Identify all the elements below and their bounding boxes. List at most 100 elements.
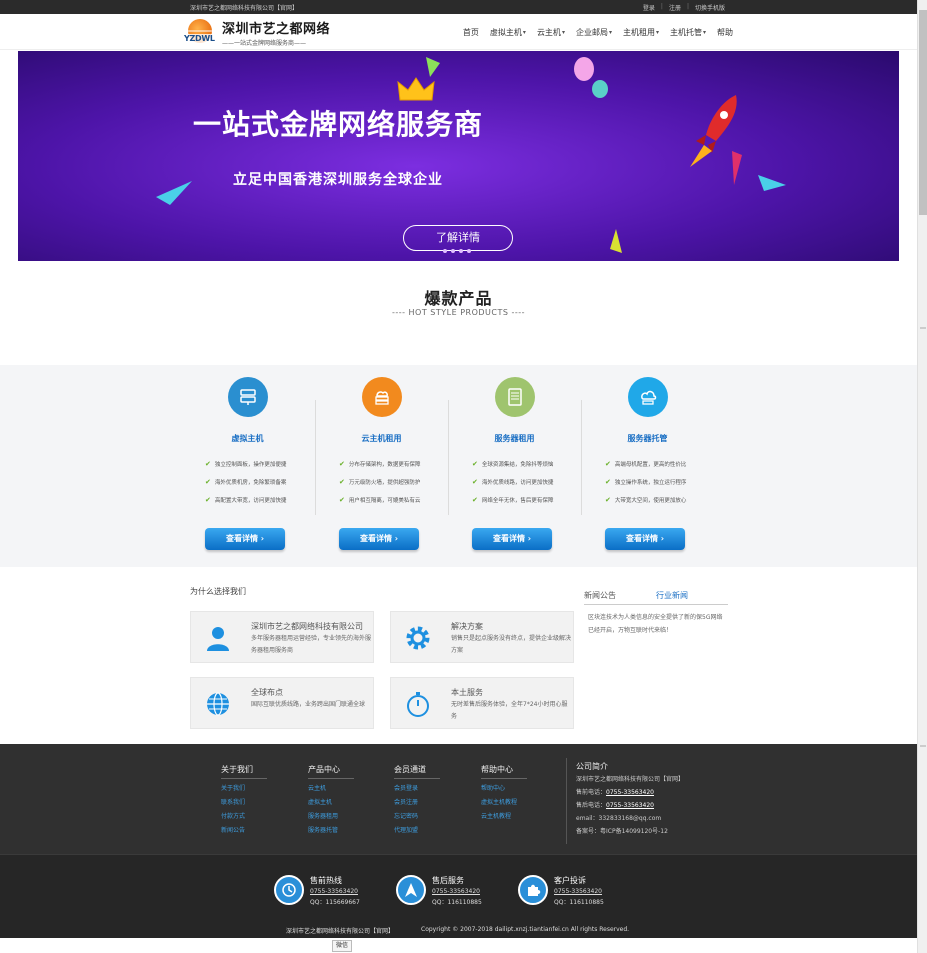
cloud-server-icon bbox=[627, 377, 668, 417]
card-desc: 无时差售后服务体验，全年7*24小时用心服务 bbox=[451, 701, 568, 720]
footer-link[interactable]: 虚拟主机教程 bbox=[481, 796, 527, 810]
product-card-cloud-host: 云主机租用 ✔ 分布存储架构，数据更有保障 ✔ 万元级防火墙，提供超强防护 ✔ 用户相… bbox=[315, 375, 448, 555]
footer-column-about: 关于我们 关于我们 联系我们 付款方式 新闻公告 bbox=[221, 764, 267, 838]
product-features: ✔ 独立控制面板，操作更加便捷 ✔ 海外优质机房，免除繁琐备案 ✔ 高配置大带宽，访问… bbox=[181, 455, 314, 509]
scrollbar-thumb[interactable] bbox=[919, 10, 927, 215]
mobile-switch-link[interactable]: 切换手机版 bbox=[695, 3, 725, 12]
logo-mark: YZDWL bbox=[184, 18, 216, 47]
feature-text: 高端母机配置，更高的性价比 bbox=[614, 462, 687, 468]
nav-virtual-host[interactable]: 虚拟主机 ▾ bbox=[490, 27, 526, 38]
footer-link[interactable]: 服务器托管 bbox=[308, 824, 354, 838]
footer-link[interactable]: 代理加盟 bbox=[394, 824, 440, 838]
nav-label: 主机托管 bbox=[669, 27, 702, 37]
footer-link[interactable]: 关于我们 bbox=[221, 782, 267, 796]
copyright-company: 深圳市艺之都网络科技有限公司【官网】 bbox=[286, 928, 395, 935]
carousel-dot[interactable] bbox=[459, 249, 463, 253]
contact-phone[interactable]: 0755-33563420 bbox=[310, 886, 360, 897]
news-content: 区块连技术为人类信息的安全提供了新的保5G网络已经开启，万物互联时代来临！ bbox=[588, 614, 723, 634]
products-section: 虚拟主机 ✔ 独立控制面板，操作更加便捷 ✔ 海外优质机房，免除繁琐备案 ✔ 高配置大… bbox=[0, 365, 917, 567]
view-details-button[interactable]: 查看详情 › bbox=[339, 528, 419, 550]
nav-server-rental[interactable]: 主机租用 ▾ bbox=[623, 27, 659, 38]
footer-links: 云主机 虚拟主机 服务器租用 服务器托管 bbox=[308, 782, 354, 838]
footer-link[interactable]: 会员注册 bbox=[394, 796, 440, 810]
learn-more-button[interactable]: 了解详情 bbox=[403, 225, 513, 251]
carousel-dot[interactable] bbox=[467, 249, 471, 253]
icp-number: 备案号：粤ICP备14099120号-12 bbox=[576, 828, 668, 835]
nav-label: 企业邮局 bbox=[575, 27, 608, 37]
check-icon: ✔ bbox=[605, 496, 611, 504]
presale-phone-link[interactable]: 0755-33563420 bbox=[606, 789, 654, 796]
tab-news-announcements[interactable]: 新闻公告 bbox=[584, 590, 656, 601]
register-link[interactable]: 注册 bbox=[669, 3, 681, 12]
card-title: 解决方案 bbox=[451, 622, 483, 631]
footer-link[interactable]: 服务器租用 bbox=[308, 810, 354, 824]
tab-industry-news[interactable]: 行业新闻 bbox=[656, 590, 728, 601]
nav-server-hosting[interactable]: 主机托管 ▾ bbox=[670, 27, 706, 38]
contact-title: 客户投诉 bbox=[554, 876, 586, 885]
why-card-solutions[interactable]: 解决方案 销售只是起点服务没有终点，提供企业级解决方案 bbox=[390, 611, 574, 663]
check-icon: ✔ bbox=[472, 478, 478, 486]
nav-label: 首页 bbox=[462, 27, 479, 37]
contact-phone[interactable]: 0755-33563420 bbox=[432, 886, 482, 897]
contact-aftersale: 售后服务 0755-33563420 QQ：116110885 bbox=[396, 875, 482, 908]
carousel-dot[interactable] bbox=[443, 249, 447, 253]
footer-link[interactable]: 帮助中心 bbox=[481, 782, 527, 796]
view-details-button[interactable]: 查看详情 › bbox=[472, 528, 552, 550]
footer-link[interactable]: 忘记密码 bbox=[394, 810, 440, 824]
footer-links: 帮助中心 虚拟主机教程 云主机教程 bbox=[481, 782, 527, 824]
nav-help[interactable]: 帮助 bbox=[717, 27, 733, 38]
cloud-stack-icon bbox=[361, 377, 402, 417]
footer-links: 关于我们 联系我们 付款方式 新闻公告 bbox=[221, 782, 267, 838]
login-link[interactable]: 登录 bbox=[643, 3, 655, 12]
footer-link[interactable]: 新闻公告 bbox=[221, 824, 267, 838]
copyright-bar: 深圳市艺之都网络科技有限公司【官网】 Copyright © 2007-2018… bbox=[0, 924, 917, 938]
footer-column-products: 产品中心 云主机 虚拟主机 服务器租用 服务器托管 bbox=[308, 764, 354, 838]
product-card-server-hosting: 服务器托管 ✔ 高端母机配置，更高的性价比 ✔ 独立操作系统，独立运行程序 ✔ 大带宽… bbox=[581, 375, 714, 555]
check-icon: ✔ bbox=[605, 478, 611, 486]
footer-link[interactable]: 联系我们 bbox=[221, 796, 267, 810]
footer-column-title: 产品中心 bbox=[308, 764, 354, 779]
check-icon: ✔ bbox=[472, 496, 478, 504]
footer-link[interactable]: 云主机教程 bbox=[481, 810, 527, 824]
hot-products-subtitle: ---- HOT STYLE PRODUCTS ---- bbox=[391, 308, 526, 317]
product-features: ✔ 高端母机配置，更高的性价比 ✔ 独立操作系统，独立运行程序 ✔ 大带宽大空间，使用… bbox=[581, 455, 714, 509]
footer-link[interactable]: 会员登录 bbox=[394, 782, 440, 796]
label: 售后电话： bbox=[576, 802, 607, 809]
product-name: 虚拟主机 bbox=[231, 434, 264, 443]
footer-link[interactable]: 虚拟主机 bbox=[308, 796, 354, 810]
check-icon: ✔ bbox=[605, 460, 611, 468]
triangle-icon bbox=[426, 57, 440, 77]
logo[interactable]: YZDWL 深圳市艺之都网络 ——一站式金牌网络服务商—— bbox=[184, 18, 330, 47]
view-details-button[interactable]: 查看详情 › bbox=[205, 528, 285, 550]
nav-enterprise-mail[interactable]: 企业邮局 ▾ bbox=[576, 27, 612, 38]
contact-phone[interactable]: 0755-33563420 bbox=[554, 886, 604, 897]
chevron-down-icon: ▾ bbox=[702, 28, 706, 36]
triangle-icon bbox=[610, 229, 622, 253]
aftersale-phone-link[interactable]: 0755-33563420 bbox=[606, 802, 654, 809]
card-desc: 销售只是起点服务没有终点，提供企业级解决方案 bbox=[451, 635, 572, 654]
carousel-dot[interactable] bbox=[451, 249, 455, 253]
contact-qq: QQ：116110885 bbox=[432, 899, 482, 906]
nav-cloud-host[interactable]: 云主机 ▾ bbox=[537, 27, 565, 38]
scrollbar[interactable] bbox=[917, 0, 927, 953]
hero-banner[interactable]: 一站式金牌网络服务商 立足中国香港深圳服务全球企业 了解详情 bbox=[18, 51, 899, 261]
footer-column-title: 帮助中心 bbox=[481, 764, 527, 779]
news-panel: 新闻公告 行业新闻 区块连技术为人类信息的安全提供了新的保5G网络已经开启，万物… bbox=[584, 590, 728, 637]
gear-icon bbox=[406, 626, 430, 650]
why-card-company[interactable]: 深圳市艺之都网络科技有限公司 多年服务器租用运营经验，专业领先的海外服务器租用服… bbox=[190, 611, 374, 663]
nav-home[interactable]: 首页 bbox=[463, 27, 479, 38]
paper-plane-icon bbox=[758, 175, 786, 191]
main-nav: 首页 虚拟主机 ▾ 云主机 ▾ 企业邮局 ▾ 主机租用 ▾ 主机托管 ▾ 帮助 bbox=[463, 14, 733, 50]
divider bbox=[566, 758, 567, 844]
product-features: ✔ 分布存储架构，数据更有保障 ✔ 万元级防火墙，提供超强防护 ✔ 用户相互隔离，可媲… bbox=[315, 455, 448, 509]
separator: | bbox=[686, 3, 689, 10]
contact-qq: QQ：116110885 bbox=[554, 899, 604, 906]
crown-icon bbox=[397, 77, 435, 101]
footer-link[interactable]: 云主机 bbox=[308, 782, 354, 796]
why-card-local-service[interactable]: 本土服务 无时差售后服务体验，全年7*24小时用心服务 bbox=[390, 677, 574, 729]
footer-link[interactable]: 付款方式 bbox=[221, 810, 267, 824]
feature-item: ✔ 海外优质机房，免除繁琐备案 bbox=[205, 473, 314, 491]
why-card-global[interactable]: 全球布点 国际互联优质线路，业务跨出国门联通全球 bbox=[190, 677, 374, 729]
view-details-button[interactable]: 查看详情 › bbox=[605, 528, 685, 550]
wechat-button[interactable]: 微信 bbox=[332, 940, 352, 952]
